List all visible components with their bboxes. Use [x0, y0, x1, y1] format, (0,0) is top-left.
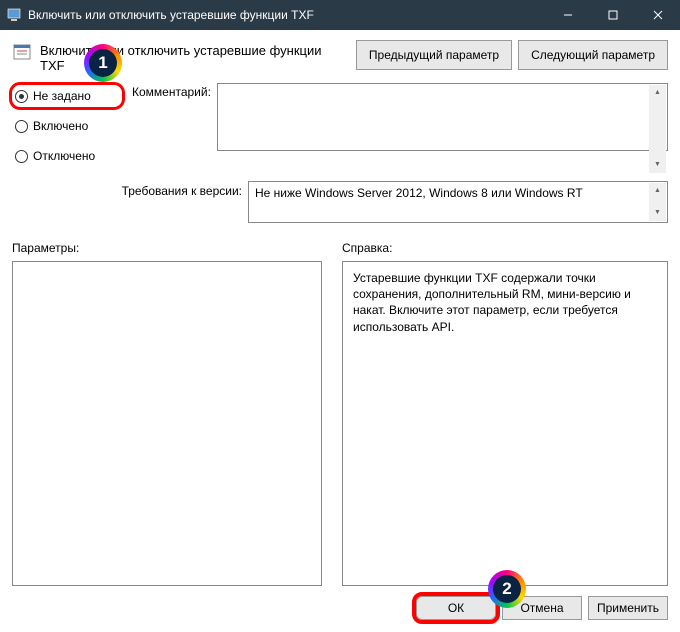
- version-textarea: Не ниже Windows Server 2012, Windows 8 и…: [248, 181, 668, 223]
- version-row: Требования к версии: Не ниже Windows Ser…: [12, 181, 668, 223]
- params-label: Параметры:: [12, 241, 322, 255]
- prev-setting-button[interactable]: Предыдущий параметр: [356, 40, 512, 70]
- radio-not-configured[interactable]: Не задано: [12, 85, 122, 107]
- window-controls: [545, 0, 680, 30]
- window-title: Включить или отключить устаревшие функци…: [28, 8, 545, 22]
- state-radio-group: Не задано Включено Отключено: [12, 83, 122, 175]
- help-label: Справка:: [342, 241, 392, 255]
- radio-icon: [15, 90, 28, 103]
- params-help-boxes: Устаревшие функции TXF содержали точки с…: [12, 261, 668, 586]
- comment-textarea[interactable]: [217, 83, 668, 151]
- window-root: { "window": { "title": "Включить или отк…: [0, 0, 680, 632]
- params-box: [12, 261, 322, 586]
- nav-buttons: Предыдущий параметр Следующий параметр: [356, 40, 668, 70]
- radio-label: Не задано: [33, 89, 91, 103]
- params-help-labels: Параметры: Справка:: [12, 241, 668, 255]
- header-row: Включить или отключить устаревшие функци…: [12, 40, 668, 73]
- maximize-button[interactable]: [590, 0, 635, 30]
- comment-label: Комментарий:: [132, 83, 211, 175]
- version-label: Требования к версии:: [12, 181, 242, 198]
- app-icon: [6, 7, 22, 23]
- cancel-button[interactable]: Отмена: [502, 596, 582, 620]
- setting-icon: [12, 42, 32, 62]
- apply-button[interactable]: Применить: [588, 596, 668, 620]
- radio-disabled[interactable]: Отключено: [12, 145, 122, 167]
- comment-column: Комментарий: ▲▼: [132, 83, 668, 175]
- scrollbar[interactable]: ▲▼: [649, 183, 666, 221]
- scrollbar[interactable]: ▲▼: [649, 85, 666, 173]
- radio-label: Отключено: [33, 149, 95, 163]
- radio-icon: [15, 150, 28, 163]
- help-box: Устаревшие функции TXF содержали точки с…: [342, 261, 668, 586]
- ok-button[interactable]: ОК: [416, 596, 496, 620]
- radio-comment-row: Не задано Включено Отключено Комментарий…: [12, 83, 668, 175]
- radio-enabled[interactable]: Включено: [12, 115, 122, 137]
- next-setting-button[interactable]: Следующий параметр: [518, 40, 668, 70]
- content-area: Включить или отключить устаревшие функци…: [0, 30, 680, 632]
- radio-label: Включено: [33, 119, 88, 133]
- footer-buttons: ОК Отмена Применить: [12, 586, 668, 632]
- minimize-button[interactable]: [545, 0, 590, 30]
- titlebar: Включить или отключить устаревшие функци…: [0, 0, 680, 30]
- setting-title: Включить или отключить устаревшие функци…: [40, 40, 348, 73]
- radio-icon: [15, 120, 28, 133]
- close-button[interactable]: [635, 0, 680, 30]
